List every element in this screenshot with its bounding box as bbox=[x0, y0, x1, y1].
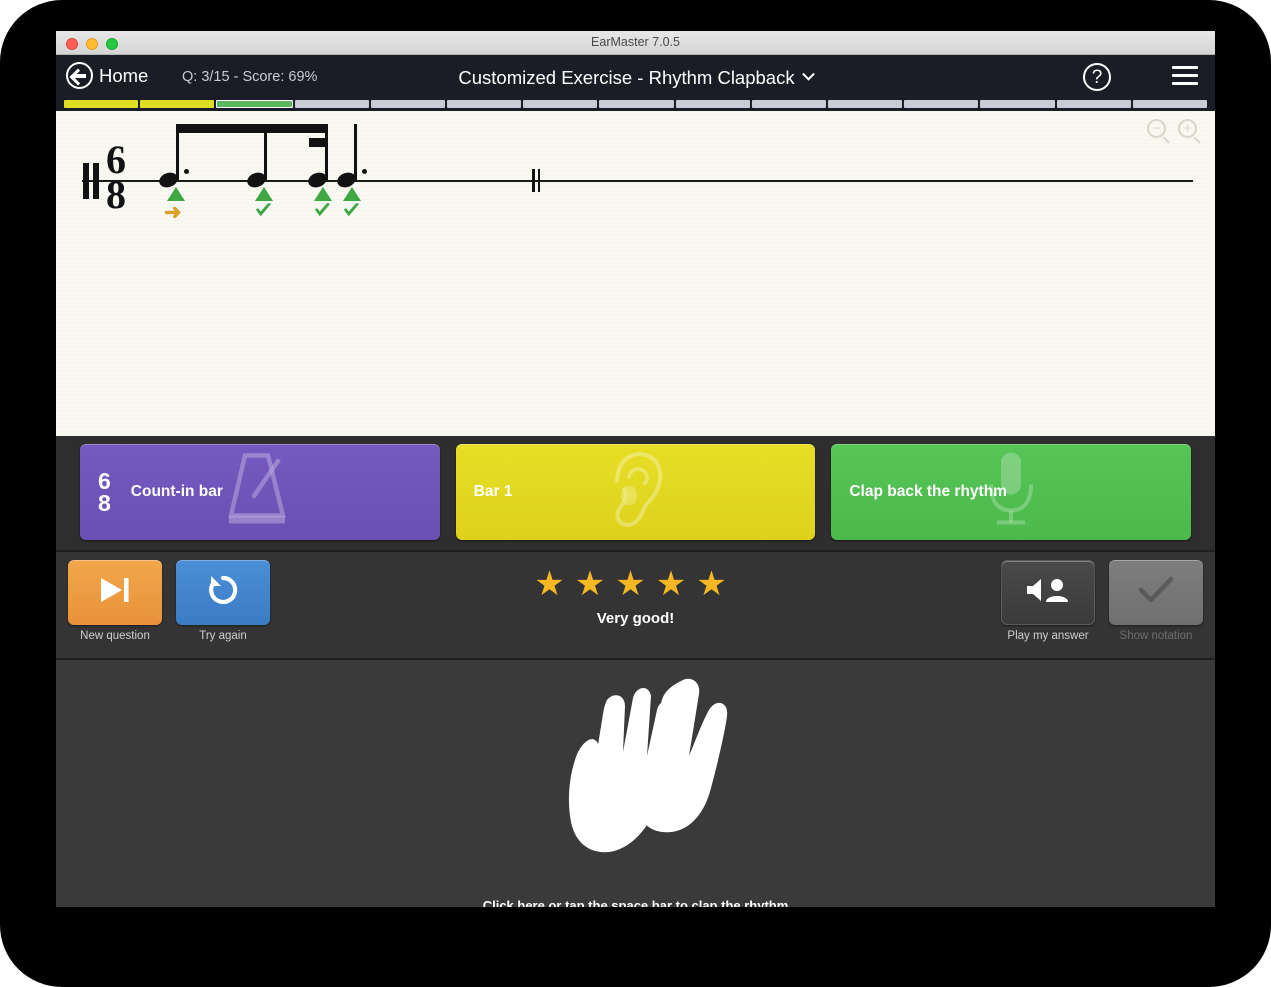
progress-segment bbox=[1056, 100, 1131, 108]
progress-segment bbox=[447, 100, 522, 108]
clef-bar bbox=[93, 163, 99, 199]
back-arrow-circle-icon bbox=[66, 62, 93, 89]
home-button[interactable]: Home bbox=[66, 62, 148, 89]
time-signature: 6 8 bbox=[106, 140, 126, 217]
beat-marker-triangle bbox=[255, 187, 273, 201]
try-again-label: Try again bbox=[199, 630, 247, 642]
note-stem bbox=[325, 124, 329, 180]
double-barline bbox=[532, 169, 541, 192]
progress-segment bbox=[294, 100, 369, 108]
zoom-out-sign: − bbox=[1152, 120, 1161, 137]
arrow-right-icon: ➜ bbox=[164, 201, 182, 224]
panel-clap-back-label: Clap back the rhythm bbox=[849, 483, 1007, 500]
barline-stroke bbox=[537, 169, 541, 192]
progress-segment bbox=[980, 100, 1055, 108]
clap-pad[interactable]: Click here or tap the space bar to clap … bbox=[56, 660, 1215, 907]
progress-segment bbox=[828, 100, 903, 108]
star-icon: ★ bbox=[615, 565, 656, 603]
note-stem bbox=[176, 124, 180, 180]
show-notation-button bbox=[1109, 560, 1203, 625]
check-icon bbox=[254, 202, 272, 219]
metronome-icon bbox=[223, 450, 297, 535]
play-my-answer-label: Play my answer bbox=[1007, 630, 1089, 642]
panel-timesig-denominator: 8 bbox=[98, 490, 111, 516]
menu-line bbox=[1172, 82, 1198, 85]
progress-segment bbox=[599, 100, 674, 108]
window-title: EarMaster 7.0.5 bbox=[591, 35, 680, 49]
notation-score-area[interactable]: − + 6 8 ➜ bbox=[56, 111, 1215, 436]
stage-panels-row: 6 8 Count-in bar Bar 1 Clap back the rhy… bbox=[56, 436, 1215, 550]
star-icon: ★ bbox=[574, 565, 616, 603]
check-icon bbox=[313, 202, 331, 219]
panel-bar-1[interactable]: Bar 1 bbox=[455, 444, 816, 540]
progress-segment bbox=[140, 100, 215, 108]
app-toolbar: Home Q: 3/15 - Score: 69% Customized Exe… bbox=[56, 55, 1215, 100]
progress-segment bbox=[751, 100, 827, 108]
play-my-answer-button[interactable] bbox=[1001, 560, 1095, 625]
window-titlebar: EarMaster 7.0.5 bbox=[56, 31, 1215, 55]
chevron-down-icon[interactable] bbox=[801, 67, 815, 81]
augmentation-dot bbox=[362, 169, 367, 174]
zoom-in-sign: + bbox=[1183, 120, 1192, 137]
check-icon bbox=[1137, 574, 1175, 611]
hamburger-menu-icon[interactable] bbox=[1172, 66, 1198, 86]
progress-segment bbox=[370, 100, 446, 108]
notation-zoom-controls: − + bbox=[1147, 119, 1197, 138]
beat-marker-triangle bbox=[314, 187, 332, 201]
show-notation-control: Show notation bbox=[1109, 560, 1203, 642]
star-icon: ★ bbox=[655, 565, 697, 603]
check-icon bbox=[342, 202, 360, 219]
speaker-person-icon bbox=[1023, 575, 1073, 610]
note-beam-primary bbox=[176, 124, 328, 133]
menu-line bbox=[1172, 74, 1198, 77]
panel-timesig-numerator: 6 bbox=[98, 468, 111, 494]
progress-segment bbox=[675, 100, 750, 108]
panel-count-in-bar[interactable]: 6 8 Count-in bar bbox=[80, 444, 440, 540]
question-score-status: Q: 3/15 - Score: 69% bbox=[182, 69, 318, 85]
new-question-label: New question bbox=[80, 630, 150, 642]
panel-bar-1-label: Bar 1 bbox=[473, 483, 513, 500]
beat-marker-triangle bbox=[167, 187, 185, 201]
clap-instruction-text: Click here or tap the space bar to clap … bbox=[482, 898, 789, 907]
progress-segment bbox=[523, 100, 598, 108]
percussion-clef-icon bbox=[83, 163, 101, 199]
play-my-answer-control: Play my answer bbox=[1001, 560, 1095, 642]
star-icon: ★ bbox=[534, 565, 575, 603]
barline-stroke bbox=[532, 169, 535, 192]
time-signature-denominator: 8 bbox=[106, 172, 126, 217]
star-icon: ★ bbox=[696, 565, 737, 603]
panel-clap-back[interactable]: Clap back the rhythm bbox=[831, 444, 1192, 540]
application-window: EarMaster 7.0.5 Home Q: 3/15 - Score: 69… bbox=[56, 31, 1215, 907]
progress-segment bbox=[1132, 100, 1208, 108]
progress-segment bbox=[64, 100, 139, 108]
exercise-controls-bar: New question Try again ★★★★★ Very good! … bbox=[56, 550, 1215, 660]
clapping-hands-icon bbox=[533, 670, 739, 875]
show-notation-label: Show notation bbox=[1119, 630, 1193, 642]
progress-segment-current bbox=[216, 100, 293, 108]
home-button-label: Home bbox=[99, 64, 149, 86]
panel-time-signature: 6 8 bbox=[98, 468, 111, 516]
clef-bar bbox=[83, 163, 89, 199]
augmentation-dot bbox=[184, 169, 189, 174]
note-stem bbox=[264, 124, 268, 180]
exercise-title[interactable]: Customized Exercise - Rhythm Clapback bbox=[458, 67, 794, 89]
progress-segment bbox=[904, 100, 979, 108]
panel-count-in-label: Count-in bar bbox=[130, 483, 223, 500]
help-button[interactable]: ? bbox=[1083, 63, 1111, 91]
menu-line bbox=[1172, 66, 1198, 69]
question-progress-bar bbox=[56, 100, 1215, 111]
zoom-out-icon[interactable]: − bbox=[1147, 119, 1166, 138]
note-stem bbox=[354, 124, 358, 180]
right-controls-group: Play my answer Show notation bbox=[1001, 560, 1203, 642]
beat-marker-triangle bbox=[343, 187, 361, 201]
ear-icon bbox=[605, 449, 667, 536]
zoom-in-icon[interactable]: + bbox=[1178, 119, 1197, 138]
